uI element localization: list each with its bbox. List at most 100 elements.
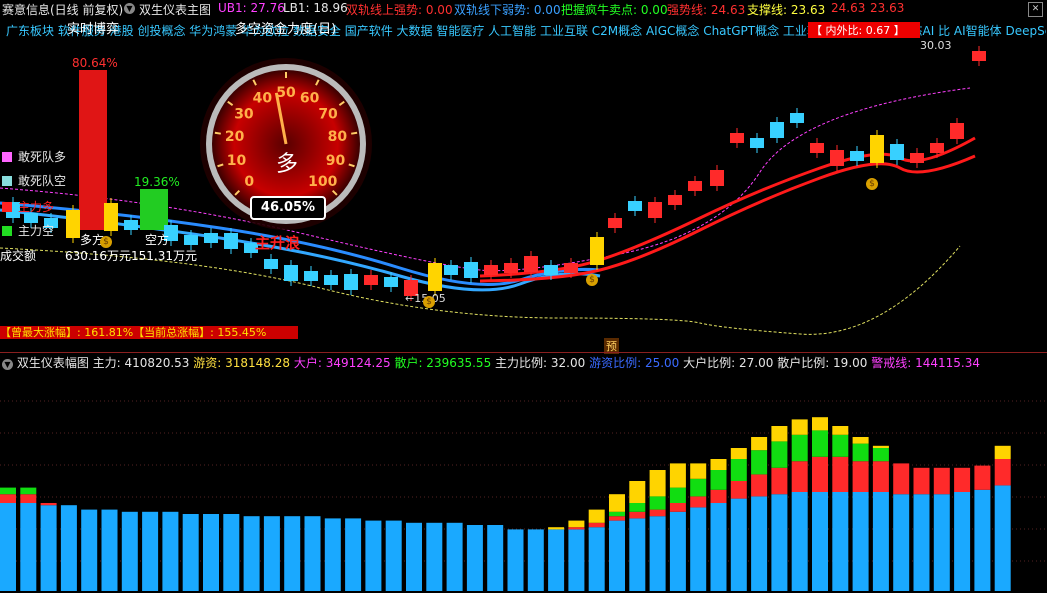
stacked-bar-segment [649,496,666,510]
money-bag-icon: $ [423,296,435,308]
stacked-bar-segment [994,445,1011,459]
stacked-bar-segment [609,511,625,517]
max-rise-banner: 【曾最大涨幅】: 161.81%【当前总涨幅】: 155.45% [0,326,298,339]
stacked-bar-segment [893,494,910,591]
legend-label: 主力多 [18,200,55,214]
stacked-bar-segment [791,434,808,462]
stacked-bar-segment [507,529,524,591]
sub-chart[interactable]: ▼ 双生仪表幅图 主力: 410820.53 游资: 318148.28 大户:… [0,353,1047,593]
money-bag-icon: $ [866,178,878,190]
stacked-bar-segment [751,450,768,475]
stacked-bar-segment [40,503,57,506]
stacked-bar-segment [812,417,828,431]
gauge-readout: 46.05% [250,196,326,220]
stacked-bar-segment [466,525,483,591]
ratio-badge: 【 内外比: 0.67 】 [808,22,920,38]
stacked-bar-segment [243,516,260,591]
stacked-bar-segment [20,503,37,591]
gauge-tick [214,131,221,135]
gauge-tick [351,131,358,135]
extra-value-1: 24.63 [831,1,866,15]
stacked-bar-segment [913,494,930,591]
stacked-bar-segment [527,529,544,591]
stacked-bar-segment [974,465,991,490]
stacked-bar-segment [913,467,930,495]
money-bag-icon: $ [586,274,598,286]
stacked-bar-segment [771,467,788,495]
red-line-2 [479,154,976,283]
down-weak-value: 双轨线下弱势: 0.00 [454,3,561,17]
stacked-bar-segment [649,470,666,497]
stacked-bar-segment [649,509,666,517]
stacked-bar-segment [852,437,869,444]
gauge-tick-label: 20 [225,129,245,145]
second-pct: 19.36% [134,175,180,189]
stacked-bar-segment [690,496,707,508]
legend-hot-short: 敢死队空 [2,172,66,189]
indicator-name[interactable]: 双生仪表主图 [139,1,211,18]
stacked-bar-segment [40,505,57,591]
stacked-bar-segment [832,456,849,492]
main-chart[interactable]: 广东板块 软件服务 港股 创投概念 华为鸿蒙 华为欧拉 数据安全 国产软件 大数… [0,18,1047,354]
stacked-bar-segment [548,529,565,591]
volume-left: 630.16万元 [65,249,131,263]
gauge-title-left: 实时博弈 [67,22,120,37]
gauge-tick-label: 100 [308,174,337,190]
stacked-bar-segment [629,503,646,512]
stacked-bar-segment [852,492,869,591]
stacked-bar-segment [751,474,768,497]
legend-swatch [2,151,12,162]
stacked-bar-segment [954,492,971,591]
legend-swatch [2,225,12,236]
stacked-bar-segment [872,445,889,448]
stacked-bar-segment [771,494,788,591]
legend-label: 敢死队空 [18,174,67,188]
stacked-bar-segment [629,511,646,519]
stacked-bar-segment [872,461,889,492]
stacked-bar-segment [893,463,910,495]
stacked-bar-segment [669,503,686,512]
stacked-bar-segment [852,443,869,462]
stacked-bar-segment [690,478,707,497]
stacked-bar-segment [710,503,727,591]
gauge-tick-label: 80 [328,129,348,145]
stacked-bar-segment [548,527,565,530]
close-icon[interactable]: ✕ [1028,2,1043,17]
gauge-tick-label: 90 [326,153,346,169]
lb1-value: LB1: 18.96 [283,1,348,15]
stacked-bar-segment [81,509,98,591]
stacked-bar-segment [832,426,849,435]
stacked-bar-segment [954,467,971,492]
ub1-value: UB1: 27.76 [218,1,285,15]
stacked-bar-segment [568,529,585,591]
stacked-bar-segment [994,459,1011,486]
stacked-bar-segment [609,520,625,591]
title-bar: 赛意信息(日线 前复权) ▼ 双生仪表主图 UB1: 27.76 LB1: 18… [0,0,1047,18]
dropdown-icon[interactable]: ▼ [124,3,135,14]
stacked-bar-segment [994,485,1011,591]
gauge-tick-label: 50 [276,85,296,101]
strong-line-value: 强势线: 24.63 [667,3,746,17]
stacked-bar-segment [20,494,37,503]
stacked-bar-segment [121,511,138,591]
stacked-bar-segment [304,516,321,591]
stacked-bar-segment [284,516,301,591]
stacked-bar-segment [60,505,77,591]
stacked-bar-segment [832,434,849,457]
stacked-bar-segment [568,520,585,528]
stacked-bar-chart [0,400,1047,591]
legend-swatch [2,175,12,186]
stacked-bar-segment [832,492,849,591]
stacked-bar-segment [588,522,605,528]
stacked-bar-segment [812,492,828,591]
legend-label: 敢死队多 [18,150,67,164]
stacked-bar-segment [0,503,16,591]
stacked-bar-segment [609,494,625,512]
stacked-bar-segment [588,527,605,591]
stacked-bar-segment [812,456,828,492]
stacked-bar-segment [406,522,422,591]
stacked-bar-segment [690,507,707,591]
legend-main-short: 主力空 [2,222,54,239]
empty-label: 空方 [145,233,170,247]
stock-title[interactable]: 赛意信息(日线 前复权) [2,1,123,18]
